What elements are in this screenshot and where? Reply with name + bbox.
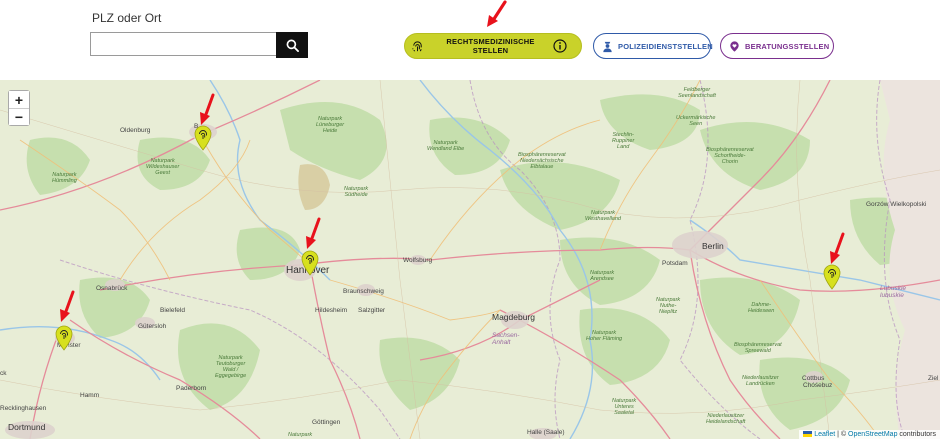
- park-label: Biosphärenreservat Schorfheide- Chorin: [706, 147, 754, 165]
- city-label-chotebuz: Chóśebuz: [803, 382, 833, 389]
- city-label-zielona: Ziel: [928, 375, 939, 382]
- park-label: Feldberger Seenlandschaft: [678, 87, 716, 99]
- park-label: Naturpark Lüneburger Heide: [316, 116, 345, 134]
- park-label: Naturpark Hümmling: [52, 172, 77, 184]
- city-label-gorzow: Gorzów Wielkopolski: [866, 201, 927, 208]
- city-label-salzgitter: Salzgitter: [358, 307, 386, 314]
- map[interactable]: Oldenburg B Hannover Osnabrück Münster B…: [0, 80, 940, 439]
- filter-polizei-button[interactable]: POLIZEIDIENSTSTELLEN: [593, 33, 713, 59]
- region-label-lubuskie: Lubuskie lubuskie: [880, 285, 907, 299]
- city-label-guetersloh: Gütersloh: [138, 323, 167, 330]
- osm-link[interactable]: OpenStreetMap: [848, 431, 897, 438]
- ukraine-flag-icon: [803, 431, 813, 438]
- annotation-arrow-icon: [60, 290, 75, 322]
- city-label-hildesheim: Hildesheim: [315, 307, 348, 314]
- zoom-in-button[interactable]: +: [9, 91, 29, 108]
- park-label: Naturpark Westhavelland: [585, 210, 621, 222]
- filter-beratung-button[interactable]: BERATUNGSSTELLEN: [720, 33, 834, 59]
- city-label-oldenburg: Oldenburg: [120, 127, 151, 134]
- rechtsmedizin-marker-icon[interactable]: [822, 264, 842, 290]
- city-label-potsdam: Potsdam: [662, 260, 688, 267]
- search-label: PLZ oder Ort: [92, 11, 162, 25]
- police-icon: [601, 40, 614, 53]
- fingerprint-icon: [411, 40, 424, 53]
- search-button[interactable]: [276, 32, 308, 58]
- rechtsmedizin-marker-icon[interactable]: [193, 125, 213, 151]
- city-label-hamm: Hamm: [80, 392, 100, 399]
- filter-beratung-label: BERATUNGSSTELLEN: [745, 41, 830, 51]
- city-label-paderborn: Paderborn: [176, 385, 207, 392]
- park-label: Stechlin- Ruppiner Land: [612, 132, 635, 150]
- zoom-control: + −: [8, 90, 30, 126]
- park-label: Biosphärenreservat Niedersächsische Elbtal…: [518, 152, 566, 170]
- city-label-osnabrueck: Osnabrück: [96, 285, 128, 292]
- city-label-braunschweig: Braunschweig: [343, 288, 384, 295]
- city-label-goettingen: Göttingen: [312, 419, 341, 426]
- park-label: Biosphärenreservat Spreewald: [734, 342, 782, 354]
- filter-polizei-label: POLIZEIDIENSTSTELLEN: [618, 41, 713, 51]
- annotation-arrow-icon: [830, 232, 845, 264]
- attribution-separator: | ©: [835, 431, 849, 438]
- leaflet-link[interactable]: Leaflet: [814, 431, 835, 438]
- park-label: Naturpark Wendland Elbe: [427, 140, 465, 152]
- city-label-halle: Halle (Saale): [527, 429, 565, 436]
- park-label: Naturpark: [288, 432, 313, 438]
- filter-rechtsmedizin-button[interactable]: RECHTSMEDIZINISCHE STELLEN: [404, 33, 582, 59]
- map-attribution: Leaflet | © OpenStreetMap contributors: [799, 430, 940, 439]
- park-label: Naturpark Wildeshauser Geest: [146, 158, 180, 176]
- counseling-icon: [728, 40, 741, 53]
- park-label: Uckermärkische Seen: [676, 115, 716, 127]
- zoom-out-button[interactable]: −: [9, 108, 29, 125]
- park-label: Naturpark Hoher Fläming: [586, 330, 623, 342]
- annotation-arrow-icon: [200, 93, 215, 125]
- info-icon[interactable]: [553, 39, 567, 53]
- search-icon: [286, 39, 299, 52]
- annotation-arrow-icon: [487, 0, 507, 27]
- park-label: Naturpark Arendsee: [590, 270, 615, 282]
- city-label-kolo: ck: [0, 370, 7, 377]
- city-label-bielefeld: Bielefeld: [160, 307, 185, 314]
- city-label-dortmund: Dortmund: [8, 422, 46, 432]
- rechtsmedizin-marker-icon[interactable]: [54, 325, 74, 351]
- region-label-sachsen-anhalt: Sachsen- Anhalt: [492, 332, 520, 346]
- park-label: Dahme- Heideseen: [748, 302, 775, 314]
- search-input[interactable]: [90, 32, 276, 56]
- attribution-contributors: contributors: [897, 431, 936, 438]
- park-label: Naturpark Nuthe- Nieplitz: [656, 297, 681, 315]
- annotation-arrow-icon: [306, 217, 321, 249]
- park-label: Niederlausitzer Landrücken: [742, 375, 779, 387]
- park-label: Naturpark Unteres Saaletal: [612, 398, 637, 416]
- park-label: Naturpark Teutoburger Wald / Eggegebirge: [215, 355, 247, 379]
- city-label-wolfsburg: Wolfsburg: [403, 257, 433, 264]
- filter-rechtsmedizin-label: RECHTSMEDIZINISCHE STELLEN: [446, 37, 535, 55]
- city-label-recklinghausen: Recklinghausen: [0, 405, 47, 412]
- city-label-cottbus: Cottbus: [802, 375, 825, 382]
- park-label: Niederlausitzer Heidelandschaft: [706, 413, 746, 425]
- city-label-magdeburg: Magdeburg: [492, 312, 536, 322]
- park-label: Naturpark Südheide: [344, 186, 369, 198]
- rechtsmedizin-marker-icon[interactable]: [300, 250, 320, 276]
- city-label-berlin: Berlin: [702, 241, 724, 251]
